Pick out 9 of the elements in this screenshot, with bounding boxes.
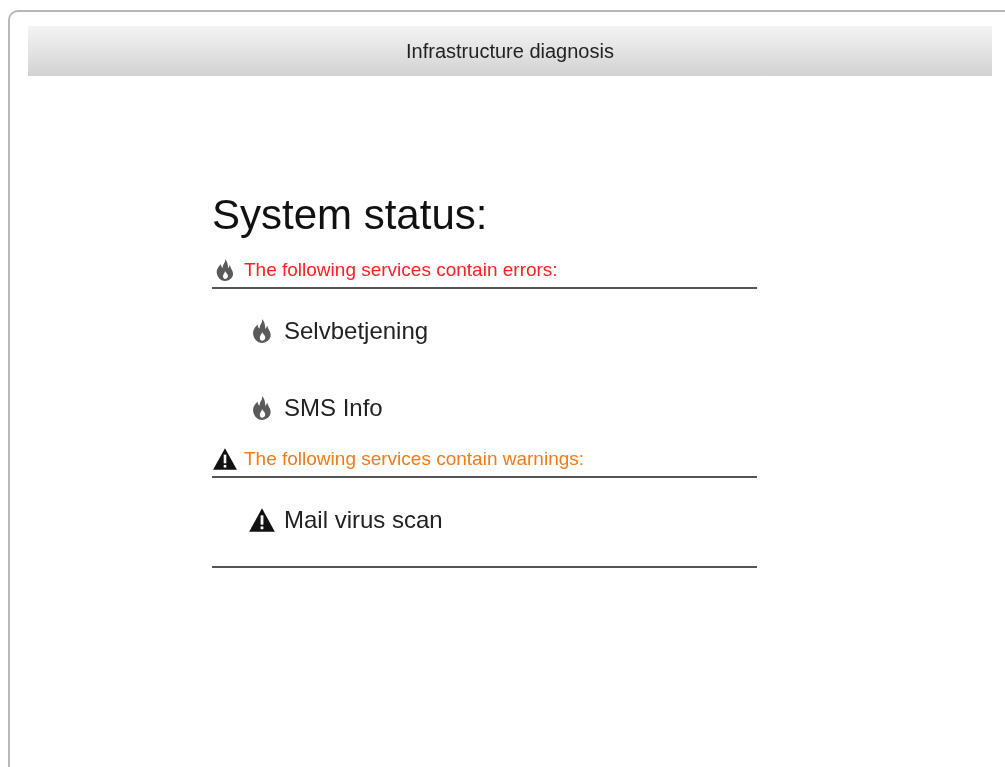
service-name: SMS Info [284, 393, 383, 423]
warning-icon [248, 507, 276, 533]
section-label: The following services contain warnings: [244, 446, 585, 471]
service-name: Mail virus scan [284, 505, 443, 535]
heading: System status: [212, 191, 489, 239]
section-label: The following services contain errors: [244, 257, 558, 282]
service-name: Selvbetjening [284, 316, 429, 346]
warning-icon [212, 447, 238, 471]
window-title: Infrastructure diagnosis [406, 39, 614, 64]
